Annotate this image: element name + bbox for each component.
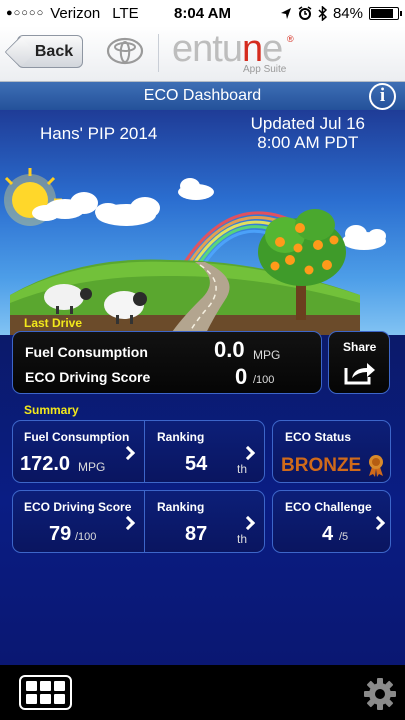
last-drive-score-unit: /100: [253, 374, 275, 386]
updated-date: Updated Jul 16: [250, 114, 365, 133]
app-grid-button[interactable]: [19, 675, 72, 710]
info-button[interactable]: i: [369, 83, 396, 110]
summary-fuel-panel: Fuel Consumption 172.0 MPG Ranking 54 th: [12, 420, 265, 483]
summary-score-ranking-unit: th: [237, 532, 248, 546]
status-left: ●○○○○ Verizon LTE: [6, 5, 280, 22]
app-suite-label: App Suite: [243, 64, 287, 75]
summary-fuel-ranking-unit: th: [237, 462, 248, 476]
last-drive-fuel-label: Fuel Consumption: [25, 344, 148, 360]
chevron-right-icon: [240, 445, 256, 461]
last-drive-panel: Fuel Consumption 0.0 MPG ECO Driving Sco…: [12, 331, 322, 394]
summary-score-unit: /100: [75, 531, 97, 543]
page-title: ECO Dashboard: [143, 87, 262, 104]
eco-status-label: ECO Status: [285, 430, 352, 444]
last-drive-fuel-value: 0.0: [214, 337, 245, 362]
grid-cell: [40, 694, 51, 704]
eco-challenge-panel[interactable]: ECO Challenge 4 /5: [272, 490, 391, 553]
toyota-logo: [106, 37, 144, 65]
share-button[interactable]: Share: [328, 331, 390, 394]
summary-fuel-ranking-cell[interactable]: Ranking 54 th: [145, 421, 265, 482]
summary-score-cell[interactable]: ECO Driving Score 79 /100: [13, 491, 143, 552]
last-drive-label: Last Drive: [24, 316, 83, 330]
summary-label: Summary: [24, 403, 79, 417]
battery-percent: 84%: [332, 4, 363, 22]
status-right: 84%: [280, 4, 402, 22]
network-type: LTE: [112, 4, 139, 22]
chevron-right-icon: [240, 515, 256, 531]
bottom-toolbar: [0, 665, 405, 720]
signal-strength-icon: ●○○○○: [6, 7, 45, 19]
summary-score-label: ECO Driving Score: [24, 500, 132, 514]
bronze-medal-icon: [369, 455, 383, 477]
summary-score-value: 79: [49, 523, 72, 545]
chevron-right-icon: [120, 515, 136, 531]
battery-icon: [369, 6, 402, 20]
share-label: Share: [343, 340, 377, 354]
gear-icon[interactable]: [363, 677, 397, 711]
alarm-icon: [298, 6, 312, 20]
last-drive-score-value: 0: [235, 364, 248, 389]
status-bar: ●○○○○ Verizon LTE 8:04 AM 84%: [0, 0, 405, 26]
cloud-icon: [178, 178, 214, 200]
cloud-icon: [342, 225, 386, 250]
share-icon: [344, 363, 375, 385]
bluetooth-icon: [318, 5, 327, 21]
summary-fuel-label: Fuel Consumption: [24, 430, 130, 444]
summary-fuel-ranking-label: Ranking: [157, 430, 205, 444]
eco-challenge-unit: /5: [339, 531, 349, 543]
grid-cell: [26, 694, 37, 704]
summary-score-panel: ECO Driving Score 79 /100 Ranking 87 th: [12, 490, 265, 553]
last-drive-fuel-unit: MPG: [253, 348, 281, 362]
cloud-icon: [95, 197, 160, 226]
eco-scene: Hans' PIP 2014 Updated Jul 16 8:00 AM PD…: [0, 110, 405, 335]
eco-status-panel[interactable]: ECO Status BRONZE: [272, 420, 391, 483]
app-header: Back entune ® App Suite: [0, 26, 405, 82]
back-button-label: Back: [34, 42, 74, 60]
back-button[interactable]: Back: [17, 35, 83, 68]
summary-fuel-unit: MPG: [78, 460, 106, 474]
grid-cell: [26, 681, 37, 691]
updated-time: 8:00 AM PDT: [257, 133, 359, 152]
grid-cell: [54, 681, 65, 691]
last-updated: Updated Jul 16 8:00 AM PDT: [251, 114, 365, 152]
summary-score-ranking-label: Ranking: [157, 500, 205, 514]
entune-logo: entune: [172, 28, 283, 70]
header-divider: [158, 34, 159, 72]
summary-score-ranking-value: 87: [185, 523, 208, 545]
grid-cell: [54, 694, 65, 704]
eco-challenge-value: 4: [322, 523, 334, 545]
grid-cell: [40, 681, 51, 691]
chevron-right-icon: [120, 445, 136, 461]
registered-mark: ®: [287, 34, 294, 44]
last-drive-score-label: ECO Driving Score: [25, 369, 151, 385]
location-arrow-icon: [280, 7, 291, 19]
vehicle-name: Hans' PIP 2014: [40, 124, 158, 143]
eco-challenge-label: ECO Challenge: [285, 500, 372, 514]
summary-fuel-ranking-value: 54: [185, 453, 208, 475]
carrier-name: Verizon: [50, 4, 101, 22]
chevron-right-icon: [370, 515, 386, 531]
summary-score-ranking-cell[interactable]: Ranking 87 th: [145, 491, 265, 552]
title-bar: ECO Dashboard i: [0, 82, 405, 110]
summary-fuel-value: 172.0: [20, 453, 71, 475]
summary-fuel-cell[interactable]: Fuel Consumption 172.0 MPG: [13, 421, 143, 482]
eco-status-value: BRONZE: [281, 455, 362, 476]
